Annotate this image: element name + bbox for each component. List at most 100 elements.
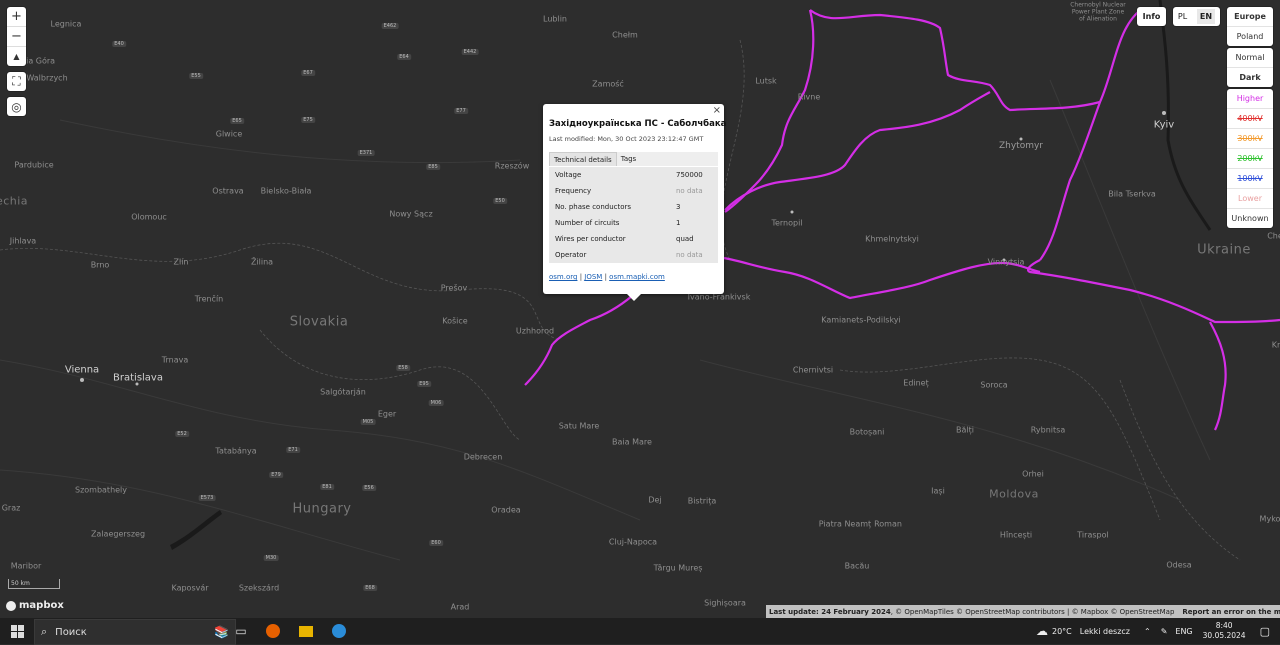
label-city: Satu Mare bbox=[558, 421, 600, 431]
row-value: no data bbox=[676, 251, 703, 259]
row-key: Number of circuits bbox=[555, 219, 620, 227]
lang-en-button[interactable]: EN bbox=[1196, 9, 1216, 24]
road-shield: E65 bbox=[230, 118, 244, 124]
label-city: Glwice bbox=[215, 129, 243, 139]
task-view-icon[interactable]: ▭ bbox=[233, 623, 249, 639]
label-moldova: Moldova bbox=[989, 487, 1039, 501]
chevron-up-icon[interactable]: ⌃ bbox=[1144, 627, 1151, 636]
fullscreen-button[interactable]: ⛶ bbox=[7, 72, 26, 91]
attribution-credits[interactable]: , © OpenMapTiles © OpenStreetMap contrib… bbox=[891, 608, 1175, 616]
compass-button[interactable]: ▲ bbox=[7, 47, 26, 66]
label-city: Chernivtsi bbox=[792, 365, 834, 375]
report-error-link[interactable]: Report an error on the map bbox=[1174, 608, 1280, 616]
mapbox-logo-icon bbox=[6, 600, 16, 611]
row-key: Operator bbox=[555, 251, 587, 259]
mapbox-logo-text: mapbox bbox=[19, 600, 64, 611]
weather-icon: ☁ bbox=[1035, 624, 1048, 638]
clock[interactable]: 8:40 30.05.2024 bbox=[1203, 621, 1246, 641]
locate-button[interactable]: ◎ bbox=[7, 97, 26, 116]
label-city: Uzhhorod bbox=[515, 326, 555, 336]
info-button[interactable]: Info bbox=[1137, 7, 1166, 26]
zoom-in-button[interactable]: + bbox=[7, 7, 26, 27]
label-city: Târgu Mureș bbox=[653, 563, 703, 573]
weather-desc[interactable]: Lekki deszcz bbox=[1080, 627, 1130, 636]
map-basemap bbox=[0, 0, 1280, 561]
osm-link[interactable]: osm.org bbox=[549, 273, 577, 281]
legend-item[interactable]: Unknown bbox=[1227, 209, 1273, 228]
label-city: Orhei bbox=[1022, 469, 1044, 479]
zoom-out-button[interactable]: − bbox=[7, 27, 26, 47]
label-city: Khmelnytskyi bbox=[865, 234, 919, 244]
region-panel: Europe Poland bbox=[1227, 7, 1273, 46]
row-value: 3 bbox=[676, 203, 681, 211]
legend-item[interactable]: 200kV bbox=[1227, 149, 1273, 169]
road-shield: M05 bbox=[360, 419, 376, 425]
windows-start-icon[interactable] bbox=[9, 623, 25, 639]
label-city: Kaposvár bbox=[171, 583, 209, 593]
road-shield: E462 bbox=[381, 23, 399, 29]
label-city: Ternopil bbox=[771, 218, 803, 228]
lang-pl-button[interactable]: PL bbox=[1178, 12, 1187, 21]
mapki-link[interactable]: osm.mapki.com bbox=[609, 273, 665, 281]
pen-icon[interactable]: ✎ bbox=[1161, 627, 1168, 636]
legend-item[interactable]: 400kV bbox=[1227, 109, 1273, 129]
style-normal[interactable]: Normal bbox=[1227, 48, 1273, 68]
attribution-bar: Last update: 24 February 2024 , © OpenMa… bbox=[766, 605, 1280, 618]
region-poland[interactable]: Poland bbox=[1227, 27, 1273, 46]
label-czechia: echia bbox=[0, 194, 29, 208]
label-city: Zalaegerszeg bbox=[90, 529, 146, 539]
weather-temp[interactable]: 20°C bbox=[1052, 627, 1072, 636]
label-city: Baia Mare bbox=[612, 437, 652, 447]
label-city: Walbrzych bbox=[26, 73, 68, 83]
label-city: Vinnytsia bbox=[987, 257, 1025, 267]
label-city: Zhytomyr bbox=[998, 141, 1044, 151]
road-shield: E71 bbox=[286, 447, 300, 453]
label-ukraine: Ukraine bbox=[1197, 242, 1251, 258]
row-key: No. phase conductors bbox=[555, 203, 632, 211]
search-icon: ⌕ bbox=[41, 625, 48, 638]
app-icon[interactable] bbox=[332, 624, 346, 638]
popup-close-button[interactable]: × bbox=[713, 105, 721, 116]
label-city: Roman bbox=[874, 519, 902, 529]
label-city: Myko bbox=[1259, 514, 1280, 524]
label-city: Rzeszów bbox=[494, 161, 530, 171]
legend-item[interactable]: 300kV bbox=[1227, 129, 1273, 149]
region-europe[interactable]: Europe bbox=[1227, 7, 1273, 27]
clock-time: 8:40 bbox=[1215, 621, 1233, 630]
legend-item[interactable]: Higher bbox=[1227, 89, 1273, 109]
josm-link[interactable]: JOSM bbox=[584, 273, 602, 281]
style-dark[interactable]: Dark bbox=[1227, 68, 1273, 87]
tab-technical-details[interactable]: Technical details bbox=[549, 152, 617, 166]
table-row: Frequency no data bbox=[549, 183, 718, 199]
firefox-icon[interactable] bbox=[266, 624, 280, 638]
tab-tags[interactable]: Tags bbox=[617, 152, 641, 166]
label-city: Kr bbox=[1271, 340, 1280, 350]
label-city: Kyiv bbox=[1153, 119, 1175, 131]
label-city: Tiraspol bbox=[1077, 530, 1109, 540]
notification-icon[interactable]: ▢ bbox=[1260, 625, 1270, 638]
label-city: Kamianets-Podilskyi bbox=[821, 315, 901, 325]
label-city: Maribor bbox=[10, 561, 42, 571]
style-panel: Normal Dark bbox=[1227, 48, 1273, 87]
input-language[interactable]: ENG bbox=[1175, 627, 1192, 636]
label-city: Debrecen bbox=[463, 452, 503, 462]
label-city: Rivne bbox=[797, 92, 821, 102]
label-slovakia: Slovakia bbox=[289, 314, 349, 330]
label-city: Arad bbox=[450, 602, 470, 612]
line-info-popup: × Західноукраїнська ПС - Саболчбака Last… bbox=[543, 104, 726, 301]
road-shield: E50 bbox=[493, 198, 507, 204]
road-shield: E56 bbox=[362, 485, 376, 491]
mapbox-logo[interactable]: mapbox bbox=[6, 600, 64, 611]
label-hungary: Hungary bbox=[292, 501, 352, 517]
label-city: Bălți bbox=[956, 425, 974, 435]
system-tray: ☁ 20°C Lekki deszcz ⌃ ✎ ENG 8:40 30.05.2… bbox=[1036, 618, 1280, 644]
taskbar-search-box[interactable]: ⌕ Поиск 📚 bbox=[34, 619, 236, 645]
map-canvas[interactable]: Slovakia Hungary Ukraine Moldova echia L… bbox=[0, 0, 1280, 618]
label-city: Košice bbox=[442, 316, 468, 326]
label-city: Tatabánya bbox=[215, 446, 257, 456]
legend-item[interactable]: Lower bbox=[1227, 189, 1273, 209]
legend-item[interactable]: 100kV bbox=[1227, 169, 1273, 189]
file-explorer-icon[interactable] bbox=[299, 626, 313, 637]
label-city: Soroca bbox=[980, 380, 1008, 390]
clock-date: 30.05.2024 bbox=[1202, 631, 1246, 640]
